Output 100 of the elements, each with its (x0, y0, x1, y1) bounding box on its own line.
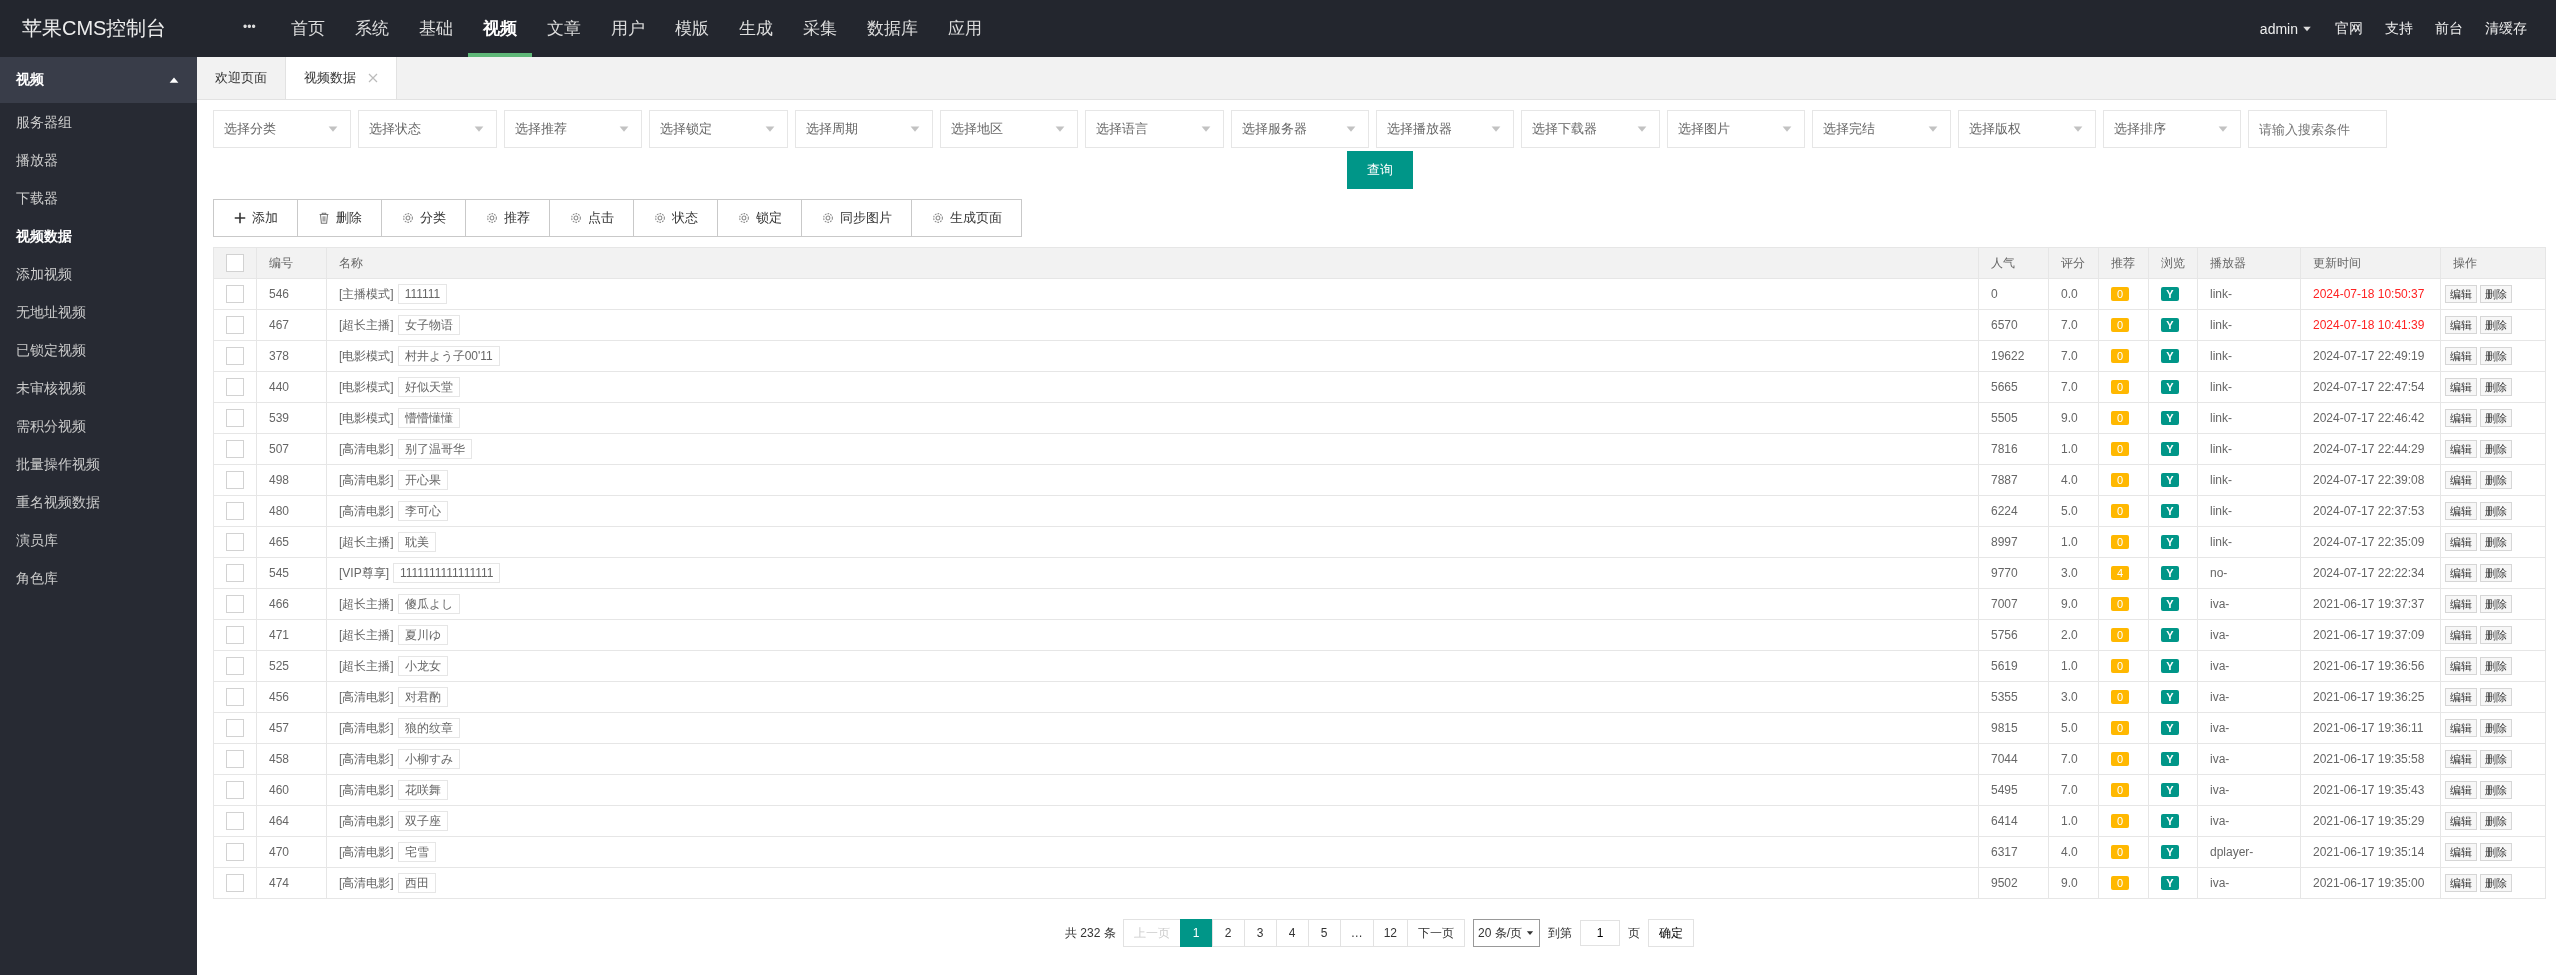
page-tab[interactable]: 视频数据 (286, 57, 397, 99)
page-button[interactable]: 1 (1179, 919, 1213, 947)
nav-tab[interactable]: 用户 (595, 0, 660, 57)
filter-dropdown[interactable]: 选择状态 (358, 110, 497, 148)
browse-badge[interactable]: Y (2161, 566, 2179, 580)
title-link[interactable]: 小龙女 (397, 655, 448, 676)
title-link[interactable]: 李可心 (397, 500, 448, 521)
title-link[interactable]: 夏川ゆ (397, 624, 448, 645)
toolbar-button[interactable]: 状态 (633, 199, 718, 237)
browse-badge[interactable]: Y (2161, 318, 2179, 332)
row-checkbox[interactable] (226, 843, 244, 861)
filter-dropdown[interactable]: 选择服务器 (1230, 110, 1370, 148)
row-action-button[interactable]: 删除 (2480, 626, 2512, 644)
sidebar-item[interactable]: 需积分视频 (0, 407, 197, 445)
title-link[interactable]: 小柳すみ (397, 748, 460, 769)
browse-badge[interactable]: Y (2161, 349, 2179, 363)
search-field[interactable]: 请输入搜索条件 (2248, 110, 2387, 148)
browse-badge[interactable]: Y (2161, 473, 2179, 487)
row-action-button[interactable]: 删除 (2480, 595, 2512, 613)
row-action-button[interactable]: 编辑 (2445, 564, 2477, 582)
nav-tab[interactable]: 模版 (659, 0, 724, 57)
row-checkbox[interactable] (226, 874, 244, 892)
browse-badge[interactable]: Y (2161, 411, 2179, 425)
page-button[interactable]: 3 (1243, 919, 1277, 947)
sidebar-item[interactable]: 下载器 (0, 179, 197, 217)
title-link[interactable]: 对君酌 (397, 686, 448, 707)
browse-badge[interactable]: Y (2161, 752, 2179, 766)
user-menu[interactable]: admin (2250, 20, 2322, 37)
sidebar-item[interactable]: 添加视频 (0, 255, 197, 293)
sidebar-item[interactable]: 无地址视频 (0, 293, 197, 331)
row-action-button[interactable]: 删除 (2480, 719, 2512, 737)
filter-dropdown[interactable]: 选择图片 (1666, 110, 1806, 148)
row-checkbox[interactable] (226, 378, 244, 396)
filter-dropdown[interactable]: 选择锁定 (649, 110, 788, 148)
row-action-button[interactable]: 编辑 (2445, 347, 2477, 365)
row-action-button[interactable]: 编辑 (2445, 316, 2477, 334)
sidebar-item[interactable]: 批量操作视频 (0, 445, 197, 483)
browse-badge[interactable]: Y (2161, 814, 2179, 828)
row-checkbox[interactable] (226, 533, 244, 551)
browse-badge[interactable]: Y (2161, 287, 2179, 301)
title-link[interactable]: 女子物语 (397, 314, 460, 335)
next-page-button[interactable]: 下一页 (1407, 919, 1465, 947)
sidebar-group[interactable]: 视频 (0, 57, 197, 103)
page-button[interactable]: 12 (1372, 919, 1408, 947)
nav-tab[interactable]: 数据库 (851, 0, 933, 57)
browse-badge[interactable]: Y (2161, 845, 2179, 859)
toolbar-button[interactable]: 生成页面 (911, 199, 1022, 237)
row-action-button[interactable]: 编辑 (2445, 657, 2477, 675)
filter-dropdown[interactable]: 选择排序 (2103, 110, 2242, 148)
browse-badge[interactable]: Y (2161, 783, 2179, 797)
browse-badge[interactable]: Y (2161, 690, 2179, 704)
row-checkbox[interactable] (226, 595, 244, 613)
row-action-button[interactable]: 删除 (2480, 781, 2512, 799)
toolbar-button[interactable]: 同步图片 (801, 199, 912, 237)
title-link[interactable]: 村井よう子00'11 (397, 345, 500, 366)
toolbar-button[interactable]: 删除 (297, 199, 382, 237)
header-link[interactable]: 官网 (2326, 19, 2372, 38)
row-action-button[interactable]: 删除 (2480, 657, 2512, 675)
row-action-button[interactable]: 编辑 (2445, 812, 2477, 830)
row-checkbox[interactable] (226, 347, 244, 365)
row-action-button[interactable]: 编辑 (2445, 750, 2477, 768)
close-icon[interactable] (368, 73, 378, 83)
title-link[interactable]: 耽美 (397, 531, 436, 552)
row-action-button[interactable]: 删除 (2480, 564, 2512, 582)
toolbar-button[interactable]: 锁定 (717, 199, 802, 237)
title-link[interactable]: 别了温哥华 (397, 438, 472, 459)
sidebar-item[interactable]: 播放器 (0, 141, 197, 179)
row-action-button[interactable]: 删除 (2480, 812, 2512, 830)
row-action-button[interactable]: 删除 (2480, 409, 2512, 427)
sidebar-item[interactable]: 服务器组 (0, 103, 197, 141)
row-action-button[interactable]: 编辑 (2445, 471, 2477, 489)
row-action-button[interactable]: 删除 (2480, 533, 2512, 551)
row-action-button[interactable]: 编辑 (2445, 688, 2477, 706)
row-action-button[interactable]: 删除 (2480, 316, 2512, 334)
nav-tab[interactable]: 应用 (932, 0, 997, 57)
browse-badge[interactable]: Y (2161, 659, 2179, 673)
row-action-button[interactable]: 编辑 (2445, 285, 2477, 303)
row-checkbox[interactable] (226, 626, 244, 644)
nav-tab[interactable]: 生成 (723, 0, 788, 57)
sidebar-item[interactable]: 未审核视频 (0, 369, 197, 407)
browse-badge[interactable]: Y (2161, 535, 2179, 549)
header-link[interactable]: 前台 (2426, 19, 2472, 38)
browse-badge[interactable]: Y (2161, 876, 2179, 890)
row-action-button[interactable]: 删除 (2480, 285, 2512, 303)
page-button[interactable]: 4 (1275, 919, 1309, 947)
sidebar-item[interactable]: 重名视频数据 (0, 483, 197, 521)
row-action-button[interactable]: 删除 (2480, 843, 2512, 861)
row-checkbox[interactable] (226, 750, 244, 768)
filter-dropdown[interactable]: 选择播放器 (1376, 110, 1515, 148)
browse-badge[interactable]: Y (2161, 628, 2179, 642)
row-checkbox[interactable] (226, 409, 244, 427)
browse-badge[interactable]: Y (2161, 380, 2179, 394)
title-link[interactable]: 狼的纹章 (397, 717, 460, 738)
title-link[interactable]: 花咲舞 (397, 779, 448, 800)
row-action-button[interactable]: 删除 (2480, 688, 2512, 706)
title-link[interactable]: 傻瓜よし (397, 593, 460, 614)
row-action-button[interactable]: 删除 (2480, 471, 2512, 489)
filter-dropdown[interactable]: 选择版权 (1957, 110, 2096, 148)
row-action-button[interactable]: 删除 (2480, 378, 2512, 396)
toolbar-button[interactable]: 添加 (213, 199, 298, 237)
